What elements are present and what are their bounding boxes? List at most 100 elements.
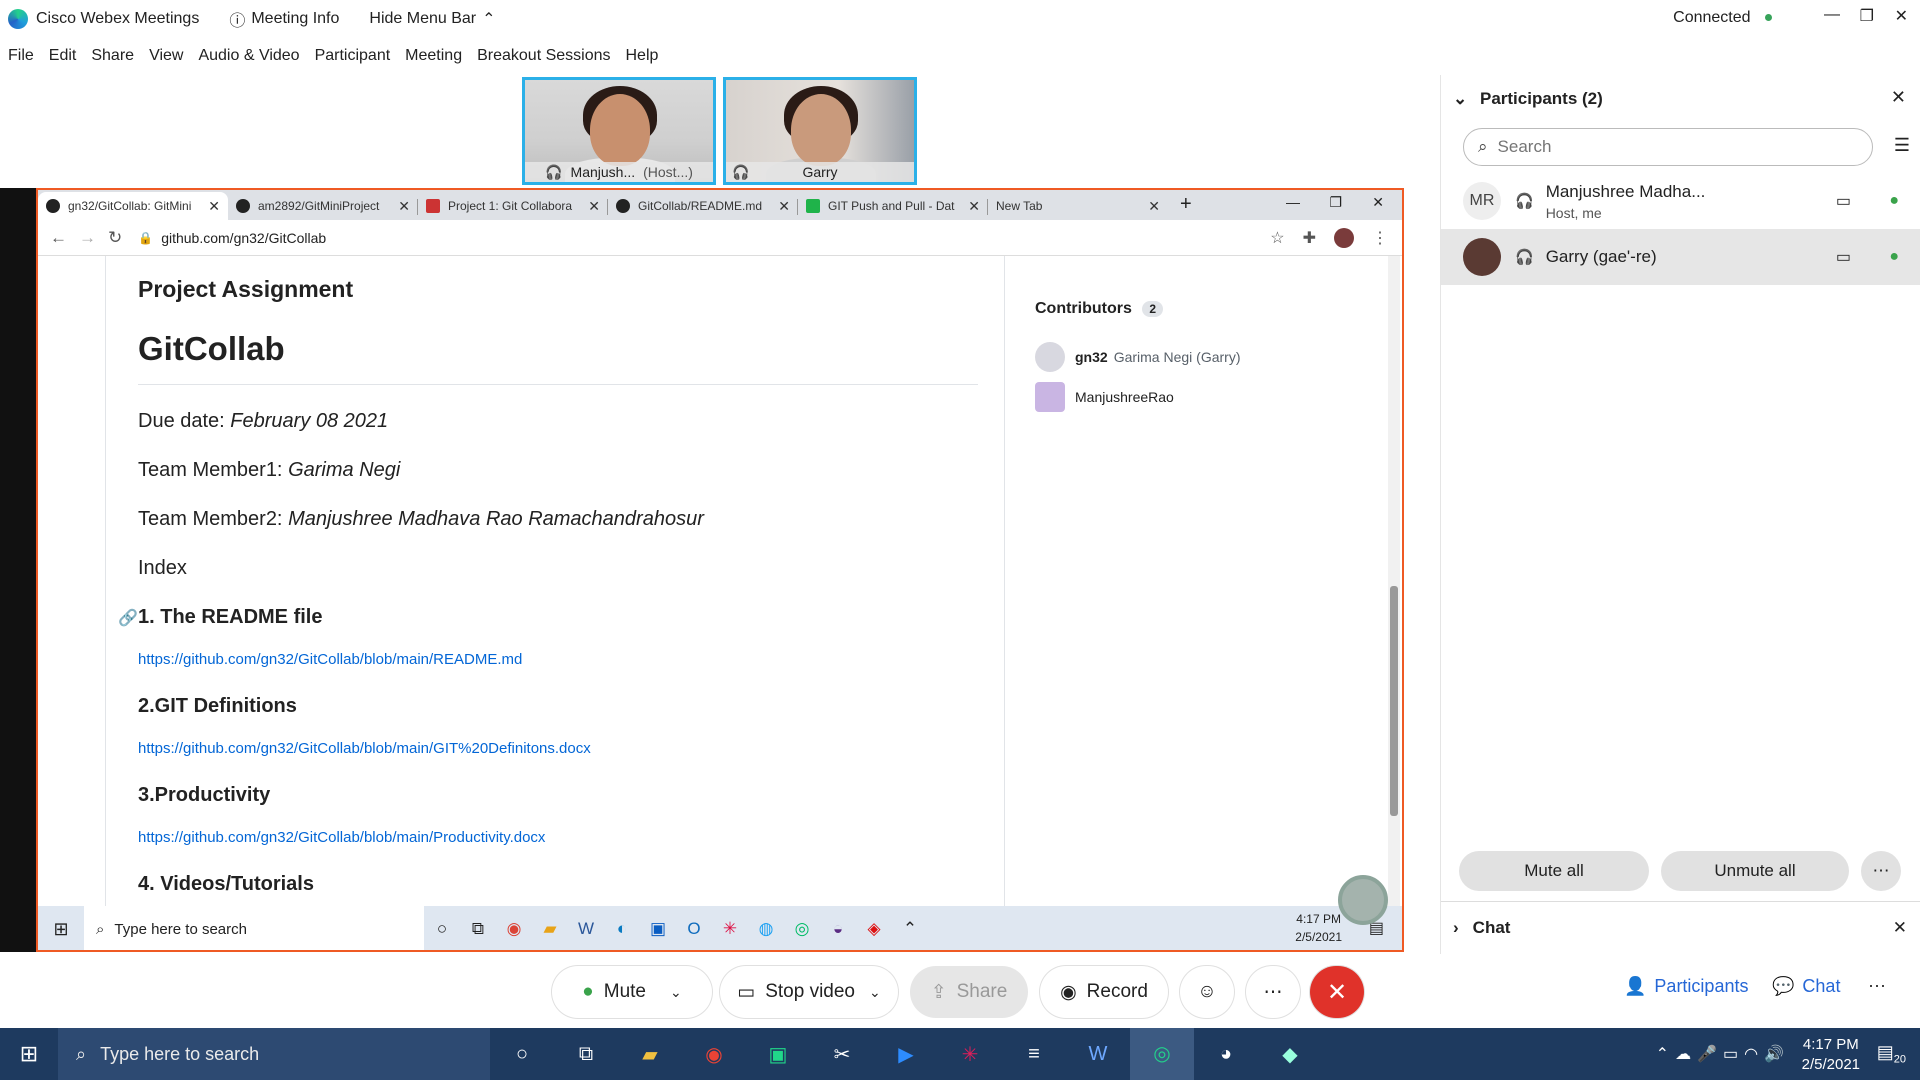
mute-button[interactable]: ● Mute ⌄ [552, 966, 712, 1018]
word-icon[interactable]: W [1066, 1043, 1130, 1066]
file-explorer-icon[interactable]: ▰ [618, 1042, 682, 1067]
menu-participant[interactable]: Participant [315, 47, 391, 65]
windows-start-icon[interactable]: ⊞ [38, 919, 84, 940]
section-link[interactable]: https://github.com/gn32/GitCollab/blob/m… [138, 829, 545, 846]
browser-tab[interactable]: Project 1: Git Collabora ✕ [418, 192, 608, 220]
more-options-icon[interactable]: ⋯ [1861, 851, 1901, 891]
chat-panel-header[interactable]: › Chat ✕ [1441, 901, 1920, 953]
video-tile-host[interactable]: 🎧 Manjush... (Host...) [522, 77, 716, 185]
chrome-icon[interactable]: ◉ [682, 1042, 746, 1067]
menu-file[interactable]: File [8, 47, 34, 65]
slack-icon[interactable]: ✳ [712, 919, 748, 939]
tray-chevron-icon[interactable]: ⌃ [892, 919, 928, 939]
chat-toggle-button[interactable]: 💬 Chat [1772, 976, 1840, 997]
zoom-icon[interactable]: ▶ [874, 1042, 938, 1067]
browser-restore-icon[interactable]: ❐ [1329, 194, 1342, 211]
windows-start-icon[interactable]: ⊞ [0, 1041, 58, 1067]
close-tab-icon[interactable]: ✕ [398, 198, 410, 215]
github-desktop-icon[interactable]: ◕ [1194, 1043, 1258, 1066]
forward-arrow-icon[interactable]: → [79, 228, 96, 248]
back-arrow-icon[interactable]: ← [50, 228, 67, 248]
menu-edit[interactable]: Edit [49, 47, 77, 65]
browser-tab[interactable]: New Tab ✕ [988, 192, 1168, 220]
share-button[interactable]: ⇪ Share [910, 966, 1028, 1018]
link-anchor-icon[interactable]: 🔗 [118, 608, 138, 628]
extensions-icon[interactable]: ✚ [1303, 228, 1316, 248]
video-camera-icon[interactable]: ▭ [1836, 247, 1851, 267]
unmute-all-button[interactable]: Unmute all [1661, 851, 1849, 891]
browser-close-icon[interactable]: ✕ [1372, 194, 1384, 211]
microphone-icon[interactable]: ● [1889, 192, 1899, 210]
chevron-down-icon[interactable]: ⌄ [670, 984, 682, 1001]
scrollbar-thumb[interactable] [1390, 586, 1398, 816]
webex-icon[interactable]: ◎ [784, 919, 820, 939]
cortana-icon[interactable]: ○ [424, 919, 460, 939]
snipping-tool-icon[interactable]: ✂ [810, 1042, 874, 1067]
kebab-menu-icon[interactable]: ⋮ [1372, 228, 1388, 248]
close-tab-icon[interactable]: ✕ [588, 198, 600, 215]
participants-panel-header[interactable]: ⌄ Participants (2) [1453, 89, 1603, 109]
section-link[interactable]: https://github.com/gn32/GitCollab/blob/m… [138, 740, 591, 757]
webex-icon[interactable]: ◎ [1130, 1028, 1194, 1080]
slack-icon[interactable]: ✳ [938, 1042, 1002, 1067]
close-window-icon[interactable]: ✕ [1895, 6, 1908, 26]
contributor-item[interactable]: ManjushreeRao [1035, 382, 1174, 412]
app-icon[interactable]: ◒ [820, 919, 856, 939]
browser-tab[interactable]: am2892/GitMiniProject ✕ [228, 192, 418, 220]
outlook-icon[interactable]: O [676, 919, 712, 939]
browser-tab[interactable]: GitCollab/README.md ✕ [608, 192, 798, 220]
pycharm-icon[interactable]: ▣ [746, 1042, 810, 1067]
record-button[interactable]: ◉ Record [1040, 966, 1168, 1018]
zoom-icon[interactable]: ▣ [640, 919, 676, 939]
participant-search-input[interactable] [1497, 137, 1828, 157]
task-view-icon[interactable]: ⧉ [554, 1043, 618, 1066]
chrome-icon[interactable]: ◉ [496, 919, 532, 939]
taskbar-search[interactable]: ⌕ Type here to search [58, 1028, 490, 1080]
stop-video-button[interactable]: ▭ Stop video ⌄ [720, 966, 898, 1018]
video-camera-icon[interactable]: ▭ [1836, 191, 1851, 211]
participant-row[interactable]: 🎧 Garry (gae'-re) ▭ ● [1441, 229, 1920, 285]
menu-meeting[interactable]: Meeting [405, 47, 462, 65]
page-scrollbar[interactable] [1388, 256, 1400, 906]
cortana-icon[interactable]: ○ [490, 1043, 554, 1066]
close-tab-icon[interactable]: ✕ [1148, 198, 1160, 215]
leave-meeting-button[interactable]: ✕ [1310, 966, 1364, 1018]
messenger-icon[interactable]: ◍ [748, 919, 784, 939]
minimize-window-icon[interactable]: — [1824, 6, 1840, 24]
more-panels-icon[interactable]: ⋯ [1868, 976, 1886, 997]
task-view-icon[interactable]: ⧉ [460, 919, 496, 939]
menu-breakout-sessions[interactable]: Breakout Sessions [477, 47, 610, 65]
participant-row[interactable]: MR 🎧 Manjushree Madha... Host, me ▭ ● [1441, 173, 1920, 229]
notification-center-icon[interactable]: ▤20 [1877, 1042, 1906, 1066]
reload-icon[interactable]: ↻ [108, 228, 122, 248]
restore-window-icon[interactable]: ❐ [1860, 6, 1874, 26]
menu-audio-video[interactable]: Audio & Video [198, 47, 299, 65]
contributors-heading[interactable]: Contributors 2 [1035, 300, 1164, 318]
system-clock[interactable]: 4:17 PM 2/5/2021 [1802, 1035, 1860, 1075]
close-tab-icon[interactable]: ✕ [968, 198, 980, 215]
sort-list-icon[interactable]: ☰ [1894, 135, 1910, 156]
address-bar[interactable]: github.com/gn32/GitCollab [161, 230, 326, 246]
browser-tab[interactable]: GIT Push and Pull - Dat ✕ [798, 192, 988, 220]
video-tile-garry[interactable]: 🎧 Garry [723, 77, 917, 185]
taskbar-search[interactable]: ⌕ Type here to search [84, 906, 424, 950]
reactions-button[interactable]: ☺ [1180, 966, 1234, 1018]
bookmark-star-icon[interactable]: ☆ [1270, 228, 1284, 248]
chevron-down-icon[interactable]: ⌄ [869, 984, 881, 1001]
mute-all-button[interactable]: Mute all [1459, 851, 1649, 891]
hide-menu-bar-button[interactable]: Hide Menu Bar ⌃ [369, 9, 495, 29]
browser-tab[interactable]: gn32/GitCollab: GitMini ✕ [38, 192, 228, 220]
microphone-icon[interactable]: ● [1889, 248, 1899, 266]
menu-help[interactable]: Help [626, 47, 659, 65]
contributor-item[interactable]: gn32 Garima Negi (Garry) [1035, 342, 1240, 372]
close-panel-icon[interactable]: ✕ [1891, 87, 1906, 108]
edge-icon[interactable]: ◐ [604, 919, 640, 939]
close-tab-icon[interactable]: ✕ [208, 198, 220, 215]
system-tray[interactable]: ⌃☁🎤▭◠🔊 [1656, 1044, 1790, 1064]
close-tab-icon[interactable]: ✕ [778, 198, 790, 215]
menu-view[interactable]: View [149, 47, 183, 65]
app-icon[interactable]: ◈ [856, 919, 892, 939]
profile-avatar[interactable] [1334, 228, 1354, 248]
word-icon[interactable]: W [568, 919, 604, 939]
browser-minimize-icon[interactable]: — [1286, 194, 1300, 210]
